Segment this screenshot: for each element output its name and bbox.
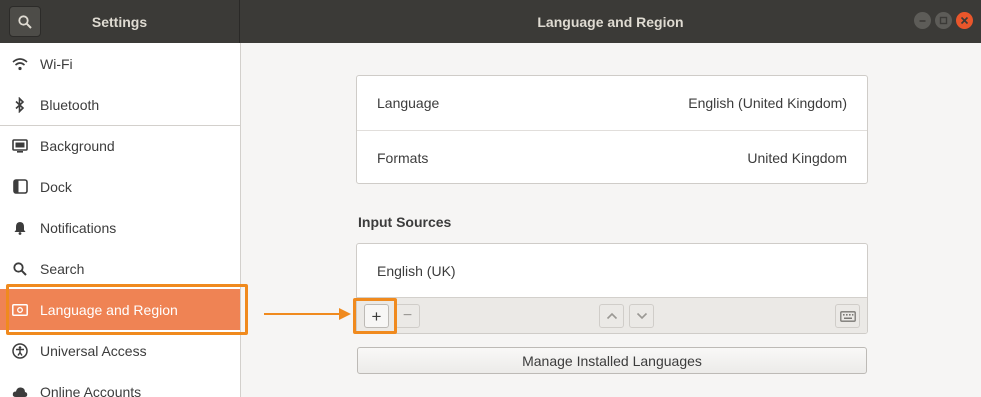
input-sources-toolbar: + − xyxy=(357,297,867,333)
chevron-up-icon xyxy=(606,312,617,320)
maximize-button[interactable] xyxy=(935,12,952,29)
sidebar-item-notifications[interactable]: Notifications xyxy=(0,207,240,248)
input-source-label: English (UK) xyxy=(377,263,456,279)
minus-icon: − xyxy=(402,307,413,324)
sidebar-item-label: Universal Access xyxy=(40,342,147,359)
language-label: Language xyxy=(377,95,440,111)
chevron-down-icon xyxy=(636,312,647,320)
sidebar-item-universal-access[interactable]: Universal Access xyxy=(0,330,240,371)
bluetooth-icon xyxy=(11,96,29,114)
selection-highlight xyxy=(6,284,248,335)
input-sources-heading: Input Sources xyxy=(358,214,452,230)
close-button[interactable] xyxy=(956,12,973,29)
move-down-button[interactable] xyxy=(629,304,654,328)
formats-label: Formats xyxy=(377,149,429,166)
search-icon xyxy=(11,260,29,278)
window-title: Language and Region xyxy=(537,13,684,30)
add-button-highlight xyxy=(353,298,397,334)
sidebar-item-dock[interactable]: Dock xyxy=(0,166,240,207)
input-source-row[interactable]: English (UK) xyxy=(357,244,867,298)
sidebar-item-wifi[interactable]: Wi-Fi xyxy=(0,43,240,84)
remove-input-source-button[interactable]: − xyxy=(395,304,420,328)
language-value: English (United Kingdom) xyxy=(688,95,847,111)
language-formats-panel: Language English (United Kingdom) Format… xyxy=(356,75,868,184)
sidebar-item-label: Search xyxy=(40,260,85,277)
keyboard-icon xyxy=(839,310,856,322)
manage-installed-languages-button[interactable]: Manage Installed Languages xyxy=(357,347,867,374)
minimize-icon xyxy=(919,20,926,22)
search-button[interactable] xyxy=(9,6,41,37)
language-row[interactable]: Language English (United Kingdom) xyxy=(357,76,867,130)
sidebar: Wi-Fi Bluetooth Background Dock Notifica… xyxy=(0,43,241,397)
header-bar: Settings Language and Region xyxy=(0,0,981,43)
close-icon xyxy=(960,16,969,25)
dock-icon xyxy=(11,178,29,196)
input-sources-panel: English (UK) + − xyxy=(356,243,868,334)
sidebar-item-online-accounts[interactable]: Online Accounts xyxy=(0,371,240,397)
background-icon xyxy=(11,137,29,155)
formats-value: United Kingdom xyxy=(747,149,847,166)
move-up-button[interactable] xyxy=(599,304,624,328)
sidebar-item-label: Bluetooth xyxy=(40,96,100,113)
wifi-icon xyxy=(11,55,29,73)
sidebar-item-bluetooth[interactable]: Bluetooth xyxy=(0,84,240,125)
sidebar-item-label: Dock xyxy=(40,178,72,195)
arrow-annotation xyxy=(264,308,351,320)
sidebar-item-label: Wi-Fi xyxy=(40,55,73,72)
sidebar-item-background[interactable]: Background xyxy=(0,125,240,166)
sidebar-header: Settings xyxy=(0,0,240,43)
bell-icon xyxy=(11,219,29,237)
main-header: Language and Region xyxy=(240,0,981,43)
window-controls xyxy=(914,12,973,29)
sidebar-item-label: Notifications xyxy=(40,219,117,236)
search-icon xyxy=(18,14,32,29)
sidebar-item-label: Background xyxy=(40,138,115,154)
maximize-icon xyxy=(939,16,948,25)
formats-row[interactable]: Formats United Kingdom xyxy=(357,130,867,184)
sidebar-item-label: Online Accounts xyxy=(40,383,142,397)
cloud-icon xyxy=(11,383,29,397)
accessibility-icon xyxy=(11,342,29,360)
keyboard-layout-button[interactable] xyxy=(835,304,860,328)
sidebar-item-search[interactable]: Search xyxy=(0,248,240,289)
minimize-button[interactable] xyxy=(914,12,931,29)
